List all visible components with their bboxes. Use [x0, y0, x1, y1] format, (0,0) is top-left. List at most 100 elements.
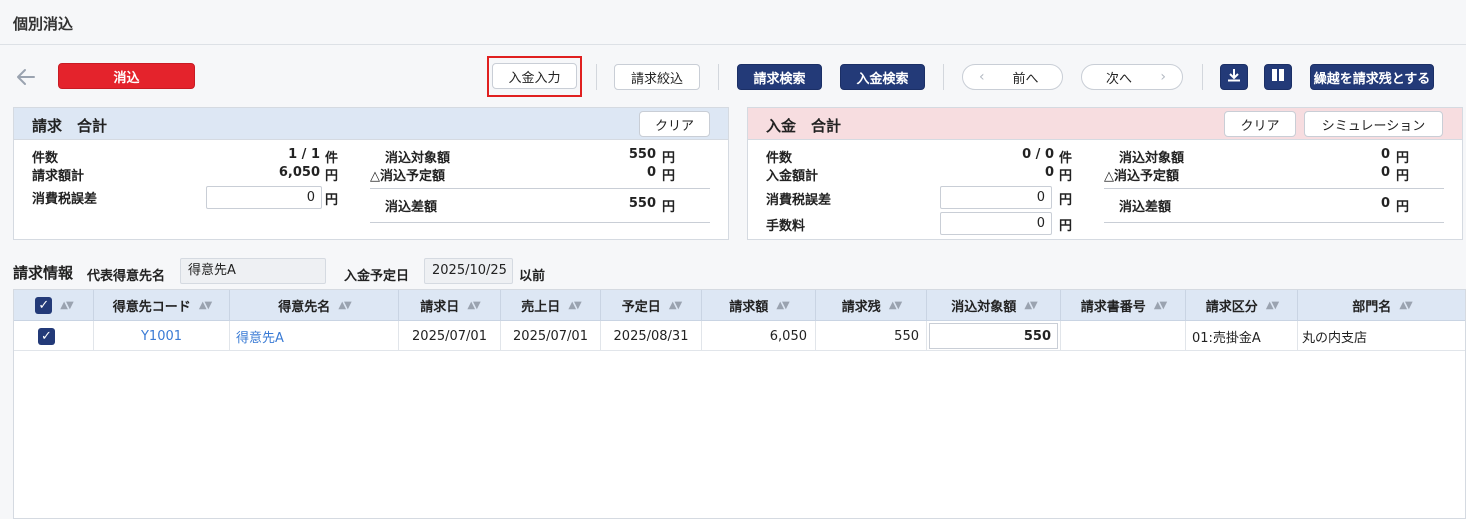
header-customer-code[interactable]: 得意先コード ▲▼ [94, 290, 230, 321]
payment-fee-unit: 円 [1059, 219, 1073, 234]
sort-icon[interactable]: ▲▼ [776, 300, 789, 311]
sort-icon[interactable]: ▲▼ [338, 300, 351, 311]
divider [370, 222, 710, 223]
payment-planned-unit: 円 [1396, 169, 1410, 184]
invoice-diff-value: 550 [628, 196, 656, 211]
payment-target-label: 消込対象額 [1119, 151, 1185, 166]
table-row[interactable]: ✓ Y1001 得意先A 2025/07/01 2025/07/01 2025/… [14, 321, 1465, 351]
back-arrow-icon[interactable] [14, 65, 38, 89]
payment-search-button[interactable]: 入金検索 [840, 64, 925, 90]
sort-icon[interactable]: ▲▼ [568, 300, 581, 311]
sort-icon[interactable]: ▲▼ [889, 300, 902, 311]
target-cell: 550 [927, 321, 1061, 351]
next-button[interactable]: 次へ › [1081, 64, 1183, 90]
checkbox-checked-icon[interactable]: ✓ [38, 327, 55, 345]
columns-icon [1271, 68, 1285, 86]
category-cell: 01:売掛金A [1186, 321, 1298, 351]
download-button[interactable] [1220, 64, 1248, 90]
invoice-target-value: 550 [628, 147, 656, 162]
invoice-tax-diff-input[interactable]: 0 [206, 186, 322, 209]
target-input[interactable]: 550 [929, 323, 1058, 349]
checkbox-checked-icon[interactable]: ✓ [35, 297, 53, 314]
payment-total-unit: 円 [1059, 169, 1073, 184]
amount-cell: 6,050 [702, 321, 816, 351]
payment-planned-label: △消込予定額 [1104, 169, 1179, 184]
due-date-cell: 2025/08/31 [601, 321, 702, 351]
separator [1202, 64, 1203, 90]
payment-planned-value: 0 [1380, 165, 1390, 180]
payment-target-unit: 円 [1396, 151, 1410, 166]
invoice-target-unit: 円 [662, 151, 676, 166]
row-select-cell[interactable]: ✓ [14, 321, 94, 351]
divider [1104, 222, 1444, 223]
payment-total-value: 0 [1044, 165, 1054, 180]
sort-icon[interactable]: ▲▼ [1266, 300, 1279, 311]
prev-button[interactable]: ‹ 前へ [962, 64, 1063, 90]
payment-date-suffix: 以前 [519, 269, 546, 284]
payment-count-value: 0 / 0 [1022, 147, 1054, 162]
carryover-button[interactable]: 繰越を請求残とする [1310, 64, 1434, 90]
payment-summary-title: 入金 合計 [766, 117, 842, 135]
payment-summary-panel: 入金 合計 クリア シミュレーション 件数 0 / 0 件 入金額計 0 円 消… [747, 107, 1463, 240]
department-cell: 丸の内支店 [1302, 330, 1368, 346]
sort-icon[interactable]: ▲▼ [1024, 300, 1037, 311]
payment-total-label: 入金額計 [766, 169, 819, 184]
payment-count-unit: 件 [1059, 151, 1073, 166]
sales-date-cell: 2025/07/01 [501, 321, 601, 351]
chevron-left-icon: ‹ [979, 69, 985, 85]
invoice-count-label: 件数 [32, 151, 59, 166]
sort-icon[interactable]: ▲▼ [1154, 300, 1167, 311]
sort-icon[interactable]: ▲▼ [1399, 300, 1412, 311]
invoice-target-label: 消込対象額 [385, 151, 451, 166]
invoice-search-button[interactable]: 請求検索 [737, 64, 822, 90]
download-icon [1227, 68, 1241, 86]
invoice-number-cell [1061, 321, 1186, 351]
payment-tax-diff-label: 消費税誤差 [766, 193, 832, 208]
invoice-clear-button[interactable]: クリア [639, 111, 710, 137]
header-department[interactable]: 部門名 ▲▼ [1298, 290, 1465, 321]
header-amount[interactable]: 請求額 ▲▼ [702, 290, 816, 321]
payment-clear-button[interactable]: クリア [1224, 111, 1296, 137]
header-select-all[interactable]: ✓ ▲▼ [14, 290, 94, 321]
invoice-table: ✓ ▲▼ 得意先コード ▲▼ 得意先名 ▲▼ 請求日 ▲▼ 売上日 ▲▼ 予定日 ▲▼ 請求… [13, 289, 1466, 519]
header-balance[interactable]: 請求残 ▲▼ [816, 290, 927, 321]
invoice-diff-label: 消込差額 [385, 200, 438, 215]
invoice-tax-diff-unit: 円 [325, 193, 339, 208]
customer-name-link[interactable]: 得意先A [230, 321, 399, 351]
invoice-count-value: 1 / 1 [288, 147, 320, 162]
payment-date-label: 入金予定日 [344, 269, 410, 284]
invoice-filter-button[interactable]: 請求絞込 [614, 64, 700, 90]
payment-date-field: 2025/10/25 [424, 258, 513, 284]
invoice-planned-label: △消込予定額 [370, 169, 445, 184]
header-category[interactable]: 請求区分 ▲▼ [1186, 290, 1298, 321]
header-invoice-number[interactable]: 請求書番号 ▲▼ [1061, 290, 1186, 321]
divider [370, 188, 710, 189]
invoice-count-unit: 件 [325, 151, 339, 166]
payment-fee-input[interactable]: 0 [940, 212, 1052, 235]
simulation-button[interactable]: シミュレーション [1304, 111, 1443, 137]
sort-icon[interactable]: ▲▼ [669, 300, 682, 311]
invoice-total-value: 6,050 [278, 165, 320, 180]
customer-label: 代表得意先名 [87, 269, 166, 284]
sort-icon[interactable]: ▲▼ [199, 300, 212, 311]
header-due-date[interactable]: 予定日 ▲▼ [601, 290, 702, 321]
payment-tax-diff-input[interactable]: 0 [940, 186, 1052, 209]
invoice-summary-header: 請求 合計 クリア [14, 108, 728, 140]
columns-button[interactable] [1264, 64, 1292, 90]
payment-tax-diff-unit: 円 [1059, 193, 1073, 208]
sort-icon[interactable]: ▲▼ [467, 300, 480, 311]
customer-code-link[interactable]: Y1001 [94, 321, 230, 351]
header-invoice-date[interactable]: 請求日 ▲▼ [399, 290, 501, 321]
prev-label: 前へ [1012, 71, 1039, 87]
header-sales-date[interactable]: 売上日 ▲▼ [501, 290, 601, 321]
customer-field: 得意先A [180, 258, 326, 284]
payment-input-button[interactable]: 入金入力 [492, 63, 577, 89]
reconcile-button[interactable]: 消込 [58, 63, 195, 89]
sort-icon[interactable]: ▲▼ [60, 300, 73, 311]
header-customer-name[interactable]: 得意先名 ▲▼ [230, 290, 399, 321]
invoice-diff-unit: 円 [662, 200, 676, 215]
invoice-planned-value: 0 [646, 165, 656, 180]
invoice-info-title: 請求情報 [13, 264, 74, 282]
payment-diff-unit: 円 [1396, 200, 1410, 215]
header-target[interactable]: 消込対象額 ▲▼ [927, 290, 1061, 321]
